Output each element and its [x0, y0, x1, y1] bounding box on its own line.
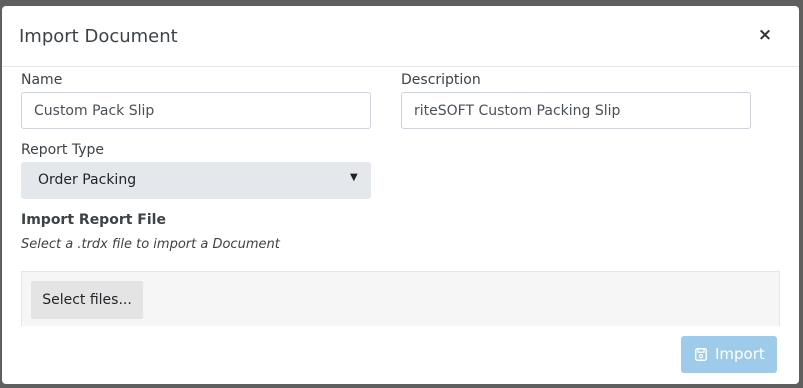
report-type-select[interactable]: Order Packing ▼	[21, 162, 371, 199]
import-file-hint: Select a .trdx file to import a Document	[21, 237, 280, 252]
import-button[interactable]: Import	[681, 336, 777, 373]
caret-down-icon: ▼	[350, 172, 358, 183]
close-button[interactable]: ×	[754, 24, 776, 46]
select-files-button[interactable]: Select files...	[31, 281, 143, 319]
import-document-dialog: Import Document × Name Description Repor…	[2, 6, 799, 384]
description-input[interactable]	[401, 92, 751, 129]
description-label: Description	[401, 72, 481, 88]
report-type-selected-value: Order Packing	[38, 172, 137, 188]
save-icon	[695, 348, 707, 361]
name-input[interactable]	[21, 92, 371, 129]
report-type-label: Report Type	[21, 142, 105, 158]
dialog-header: Import Document ×	[2, 6, 799, 67]
name-label: Name	[21, 72, 63, 88]
dialog-title: Import Document	[19, 26, 178, 47]
file-upload-area[interactable]: Select files...	[21, 271, 780, 326]
import-button-label: Import	[715, 345, 765, 363]
import-report-file-title: Import Report File	[21, 212, 166, 228]
